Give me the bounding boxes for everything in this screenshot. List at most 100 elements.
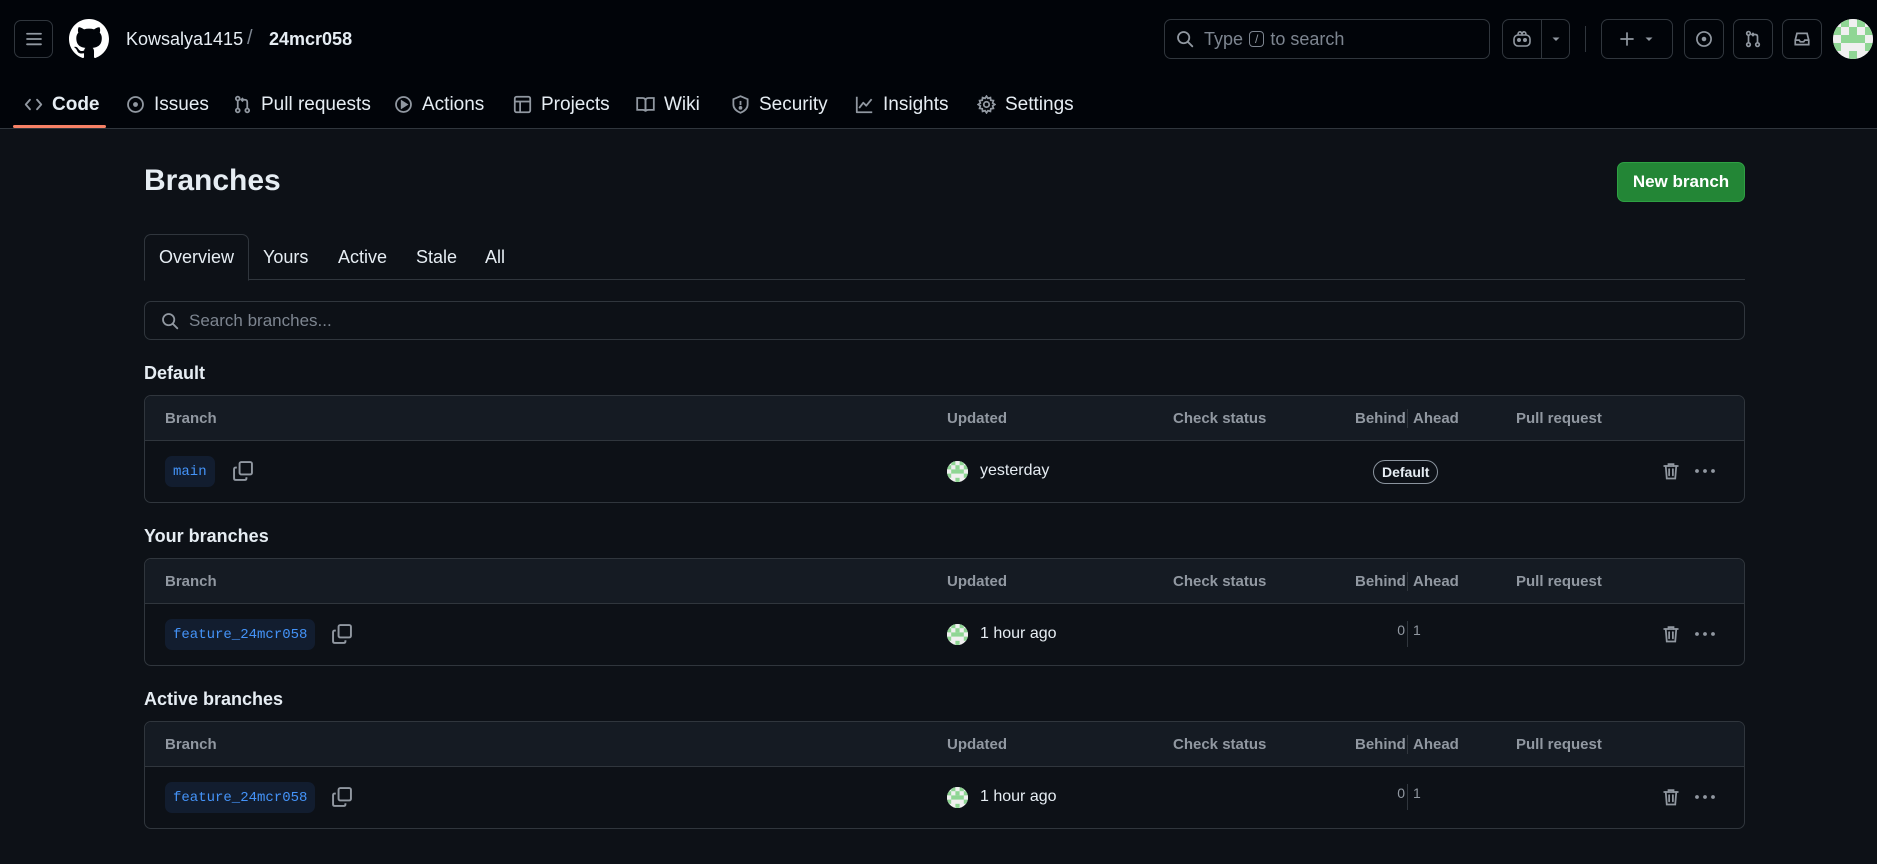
- tab-wiki[interactable]: Wiki: [636, 80, 700, 129]
- branch-name-link[interactable]: main: [165, 456, 215, 487]
- copilot-button[interactable]: [1502, 19, 1570, 59]
- col-check-status: Check status: [1173, 410, 1267, 427]
- tab-actions[interactable]: Actions: [394, 80, 484, 129]
- ahead-behind-divider: [1407, 621, 1408, 647]
- copy-icon: [332, 624, 352, 644]
- subtab-all[interactable]: All: [485, 234, 505, 280]
- subtab-active[interactable]: Active: [338, 234, 387, 280]
- col-updated: Updated: [947, 410, 1007, 427]
- section-title-active-branches: Active branches: [144, 689, 284, 709]
- page-title: Branches: [144, 164, 281, 197]
- branch-table-active: Branch Updated Check status Behind Ahead…: [144, 721, 1745, 829]
- menu-button[interactable]: [14, 20, 53, 58]
- copy-branch-name-button[interactable]: [331, 786, 353, 808]
- search-icon: [162, 312, 179, 329]
- copy-branch-name-button[interactable]: [331, 623, 353, 645]
- col-check-status: Check status: [1173, 573, 1267, 590]
- col-behind: Behind: [1355, 410, 1406, 427]
- trash-icon: [1663, 789, 1679, 806]
- column-divider: [1407, 572, 1408, 591]
- updater-avatar[interactable]: [947, 461, 968, 482]
- col-branch: Branch: [165, 736, 217, 753]
- tab-pull-requests[interactable]: Pull requests: [233, 80, 371, 129]
- section-title-default: Default: [144, 363, 206, 383]
- branch-name-link[interactable]: feature_24mcr058: [165, 619, 316, 650]
- delete-branch-button[interactable]: [1661, 787, 1681, 807]
- behind-count: 0: [1397, 785, 1405, 801]
- delete-branch-button[interactable]: [1661, 624, 1681, 644]
- tab-settings-label: Settings: [1005, 93, 1074, 115]
- branch-more-options-button[interactable]: [1694, 461, 1716, 481]
- subtab-overview[interactable]: Overview: [144, 234, 250, 281]
- col-check-status: Check status: [1173, 736, 1267, 753]
- tab-security[interactable]: Security: [731, 80, 828, 129]
- col-behind: Behind: [1355, 736, 1406, 753]
- issue-icon: [127, 96, 144, 113]
- behind-count: 0: [1397, 622, 1405, 638]
- issues-shortcut-button[interactable]: [1684, 19, 1724, 59]
- breadcrumb-repo[interactable]: 24mcr058: [269, 29, 352, 50]
- book-icon: [636, 97, 655, 112]
- identicon-icon: [947, 624, 968, 645]
- header-divider: [1585, 26, 1586, 52]
- table-header: Branch Updated Check status Behind Ahead…: [145, 396, 1744, 441]
- github-logo-icon[interactable]: [69, 19, 109, 59]
- tab-insights-label: Insights: [883, 93, 949, 115]
- col-ahead: Ahead: [1413, 736, 1459, 753]
- col-branch: Branch: [165, 410, 217, 427]
- updater-avatar[interactable]: [947, 787, 968, 808]
- branch-more-options-button[interactable]: [1694, 624, 1716, 644]
- copy-icon: [332, 787, 352, 807]
- tab-code-label: Code: [52, 93, 100, 115]
- user-avatar[interactable]: [1833, 19, 1873, 59]
- col-updated: Updated: [947, 736, 1007, 753]
- updater-avatar[interactable]: [947, 624, 968, 645]
- identicon-icon: [947, 787, 968, 808]
- create-new-button[interactable]: [1601, 19, 1673, 59]
- inbox-button[interactable]: [1782, 19, 1822, 59]
- table-row: feature_24mcr058 1 hour ago 0 1: [145, 767, 1744, 828]
- tab-issues[interactable]: Issues: [126, 80, 209, 129]
- branch-name-link[interactable]: feature_24mcr058: [165, 782, 316, 813]
- subtab-stale[interactable]: Stale: [416, 234, 457, 280]
- issue-icon: [1696, 31, 1712, 47]
- tab-code[interactable]: Code: [24, 80, 100, 129]
- tab-settings[interactable]: Settings: [977, 80, 1074, 129]
- shield-icon: [732, 95, 749, 114]
- delete-branch-button[interactable]: [1661, 461, 1681, 481]
- updated-time: 1 hour ago: [980, 788, 1057, 805]
- tab-projects[interactable]: Projects: [513, 80, 610, 129]
- col-ahead: Ahead: [1413, 410, 1459, 427]
- table-header: Branch Updated Check status Behind Ahead…: [145, 559, 1744, 604]
- col-pull-request: Pull request: [1516, 573, 1602, 590]
- pull-requests-shortcut-button[interactable]: [1733, 19, 1773, 59]
- branch-table-default: Branch Updated Check status Behind Ahead…: [144, 395, 1745, 503]
- trash-icon: [1663, 463, 1679, 480]
- tab-insights[interactable]: Insights: [855, 80, 948, 129]
- tab-issues-label: Issues: [154, 93, 209, 115]
- global-search-input[interactable]: Type / to search: [1164, 19, 1490, 59]
- tab-actions-label: Actions: [422, 93, 485, 115]
- kebab-horizontal-icon: [1695, 469, 1715, 473]
- subtab-yours[interactable]: Yours: [263, 234, 308, 280]
- branch-filter-tabs: Overview Yours Active Stale All: [144, 234, 1745, 281]
- table-header: Branch Updated Check status Behind Ahead…: [145, 722, 1744, 767]
- breadcrumb-owner[interactable]: Kowsalya1415: [126, 29, 243, 50]
- copy-branch-name-button[interactable]: [232, 460, 254, 482]
- hamburger-icon: [25, 32, 42, 46]
- code-icon: [24, 98, 43, 111]
- new-branch-button[interactable]: New branch: [1617, 162, 1745, 202]
- gear-icon: [977, 95, 996, 114]
- column-divider: [1407, 409, 1408, 428]
- branch-search-input[interactable]: [189, 310, 1689, 331]
- col-behind: Behind: [1355, 573, 1406, 590]
- graph-icon: [855, 96, 873, 114]
- col-pull-request: Pull request: [1516, 410, 1602, 427]
- inbox-icon: [1794, 32, 1810, 46]
- branch-more-options-button[interactable]: [1694, 787, 1716, 807]
- default-badge: Default: [1373, 460, 1439, 484]
- updated-time: 1 hour ago: [980, 625, 1057, 642]
- col-updated: Updated: [947, 573, 1007, 590]
- search-suffix: to search: [1270, 28, 1345, 49]
- identicon-icon: [947, 461, 968, 482]
